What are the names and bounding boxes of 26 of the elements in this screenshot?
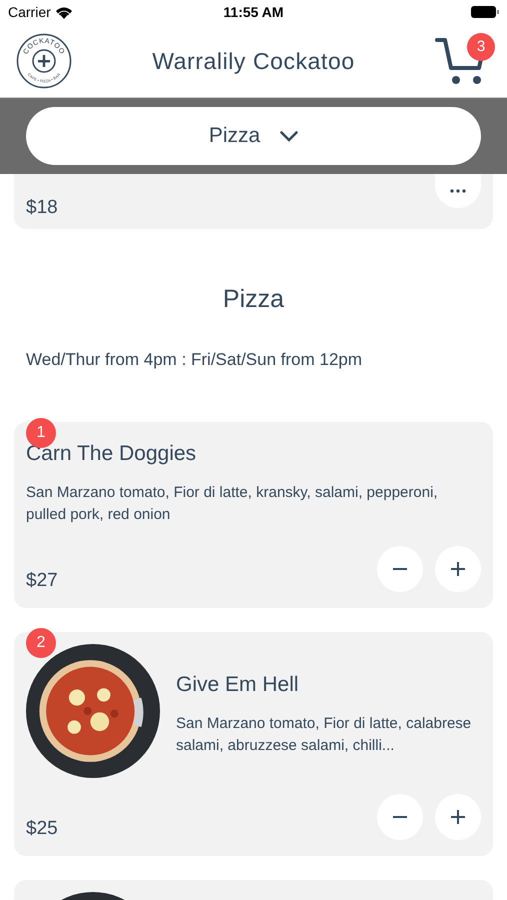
section-title: Pizza [222, 284, 286, 316]
item-description: San Marzano tomato, Fior di latte, calabrese salami, abruzzese salami, chilli... [176, 714, 472, 756]
cart-count-badge: 3 [467, 32, 495, 61]
menu-item-card[interactable]: $18 [14, 174, 493, 230]
restaurant-title: Warralily Cockatoo [152, 46, 355, 76]
menu-item-card[interactable] [14, 880, 493, 900]
item-price: $27 [26, 569, 58, 594]
item-description: San Marzano tomato, Fior di latte, kransky, salami, pepperoni, pulled pork, red onion [26, 482, 439, 525]
clock: 11:55 AM [223, 2, 284, 22]
item-price: $25 [26, 817, 58, 842]
carrier-label: Carrier [8, 2, 51, 22]
increase-button[interactable] [435, 546, 481, 592]
item-name: Give Em Hell [176, 672, 300, 698]
category-dropdown[interactable]: Pizza [26, 107, 481, 166]
quantity-badge: 2 [26, 628, 56, 658]
minus-icon [393, 568, 407, 570]
ellipsis-icon [450, 189, 466, 194]
chevron-down-icon [280, 130, 298, 142]
plus-icon [451, 810, 465, 824]
wifi-icon [54, 6, 73, 19]
increase-button[interactable] [435, 794, 481, 840]
section-hours: Wed/Thur from 4pm : Fri/Sat/Sun from 12pm [25, 348, 364, 371]
item-price: $18 [26, 196, 58, 220]
battery-icon [471, 6, 499, 18]
minus-icon [393, 816, 407, 818]
plus-icon [451, 562, 465, 576]
